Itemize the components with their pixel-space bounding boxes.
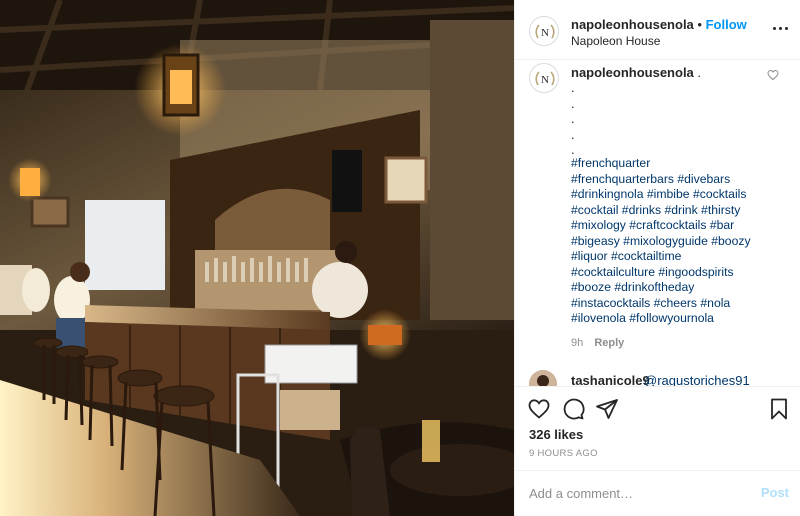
header-username[interactable]: napoleonhousenola xyxy=(571,17,694,32)
heart-icon[interactable] xyxy=(527,397,551,421)
more-options-icon[interactable] xyxy=(773,22,789,36)
bookmark-icon[interactable] xyxy=(767,397,791,421)
profile-avatar[interactable]: N xyxy=(529,16,559,46)
user-photo-icon xyxy=(529,370,557,386)
hashtag-line[interactable]: #bigeasy #mixologyguide #boozy xyxy=(571,234,781,250)
paper-plane-icon[interactable] xyxy=(595,397,619,421)
post-header: N napoleonhousenola • Follow Napoleon Ho… xyxy=(515,0,800,60)
comments-section: N napoleonhousenola . . . . . . #frenchq… xyxy=(515,60,800,386)
caption-dot: . xyxy=(571,80,575,95)
svg-text:N: N xyxy=(541,27,549,39)
hashtag-line[interactable]: #cocktail #drinks #drink #thirsty xyxy=(571,203,781,219)
hashtag-line[interactable]: #cocktailculture #ingoodspirits xyxy=(571,265,781,281)
likes-count[interactable]: 326 likes xyxy=(529,427,583,442)
post-side-panel: N napoleonhousenola • Follow Napoleon Ho… xyxy=(514,0,800,516)
reply-button[interactable]: Reply xyxy=(594,337,624,349)
follow-button[interactable]: Follow xyxy=(706,17,747,32)
caption-time[interactable]: 9h xyxy=(571,337,583,349)
hashtag-line[interactable]: #mixology #craftcocktails #bar xyxy=(571,218,781,234)
header-username-row: napoleonhousenola • Follow xyxy=(571,17,747,32)
commenter-avatar[interactable] xyxy=(529,370,557,386)
caption-avatar[interactable]: N xyxy=(529,63,559,93)
bar-interior-photo xyxy=(0,0,514,516)
hashtag-line[interactable]: #booze #drinkoftheday xyxy=(571,280,781,296)
napoleon-house-crest-icon: N xyxy=(535,71,555,86)
location-link[interactable]: Napoleon House xyxy=(571,34,660,48)
comment-icon[interactable] xyxy=(561,397,585,421)
caption-hashtags: #frenchquarter #frenchquarterbars #diveb… xyxy=(571,156,781,327)
hashtag-line[interactable]: #instacocktails #cheers #nola xyxy=(571,296,781,312)
commenter-username[interactable]: tashanicole9 xyxy=(571,373,650,386)
caption-dot-lines: . . . . . xyxy=(571,80,771,158)
caption-dot: . xyxy=(571,111,575,126)
caption-dot: . xyxy=(571,126,575,142)
caption-dot: . xyxy=(571,95,575,111)
hashtag-line[interactable]: #frenchquarter xyxy=(571,156,781,172)
napoleon-house-crest-icon: N xyxy=(535,24,555,39)
add-comment-bar: Post xyxy=(515,470,800,516)
post-timestamp[interactable]: 9 HOURS AGO xyxy=(529,448,598,459)
header-separator: • xyxy=(697,17,702,32)
svg-text:N: N xyxy=(541,74,549,86)
caption-meta: 9h Reply xyxy=(571,337,632,349)
hashtag-line[interactable]: #drinkingnola #imbibe #cocktails xyxy=(571,187,781,203)
comment-input[interactable] xyxy=(529,483,749,503)
hashtag-line[interactable]: #ilovenola #followyournola xyxy=(571,311,781,327)
caption-username-row: napoleonhousenola . xyxy=(571,65,701,80)
hashtag-line[interactable]: #liquor #cocktailtime xyxy=(571,249,781,265)
post-comment-button[interactable]: Post xyxy=(761,485,789,500)
hashtag-line[interactable]: #frenchquarterbars #divebars xyxy=(571,172,781,188)
comment-row: tashanicole9 @ragustoriches91 xyxy=(515,368,800,386)
caption-first-dot: . xyxy=(697,65,702,80)
comment-mention[interactable]: @ragustoriches91 xyxy=(644,373,750,386)
post-photo[interactable] xyxy=(0,0,514,516)
caption-username[interactable]: napoleonhousenola xyxy=(571,65,694,80)
